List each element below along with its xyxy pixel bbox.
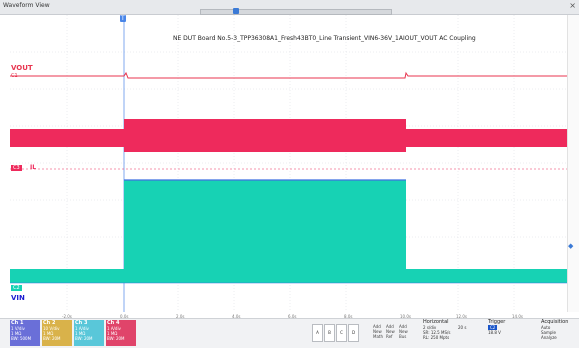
badge-line: BW: 20M (43, 336, 61, 341)
vout-trace (10, 71, 567, 79)
vin-band-left (10, 269, 124, 283)
math-button-c[interactable]: C (336, 324, 347, 342)
plot-title: NE DUT Board No.5-3_TPP36308A1_Fresh43BT… (173, 35, 476, 42)
trigger-line: 18.8 V (488, 330, 501, 335)
il-marker[interactable]: C3 (11, 165, 22, 171)
math-button-a[interactable]: A (312, 324, 323, 342)
waveform-plot[interactable] (10, 15, 567, 312)
il-band-right (406, 129, 567, 147)
vin-marker[interactable]: C2 (11, 285, 22, 291)
vin-label: VIN (11, 294, 25, 302)
horizontal-panel-extra: 20 s (458, 325, 466, 330)
trigger-panel[interactable]: Trigger C2 18.8 V (488, 320, 528, 335)
channel-badge-3[interactable]: Ch 3 1 A/div 1 MΩ BW: 20M (74, 320, 104, 346)
window-title: Waveform View (3, 2, 50, 9)
vin-band-right (406, 269, 567, 283)
trigger-marker[interactable]: T (120, 15, 126, 22)
channel-badge-2[interactable]: Ch 2 10 V/div 1 MΩ BW: 20M (42, 320, 72, 346)
vout-label: VOUT (11, 64, 33, 72)
add-new-ref-button[interactable]: Add New Ref (386, 324, 396, 339)
horizontal-panel[interactable]: Horizontal 2 s/div SR: 12.5 MS/s RL: 250… (423, 320, 483, 341)
close-icon[interactable]: × (569, 1, 576, 11)
il-band-left (10, 129, 124, 147)
add-new-bus-button[interactable]: Add New Bus (399, 324, 409, 339)
math-button-d[interactable]: D (348, 324, 359, 342)
vin-band-mid (124, 180, 406, 283)
il-label: IL (30, 164, 37, 171)
plot-svg (10, 15, 567, 312)
badge-line: BW: 20M (107, 336, 125, 341)
horizontal-line: 20 s (458, 325, 467, 330)
right-arrow-icon[interactable]: ◆ (568, 242, 573, 250)
il-band-mid (124, 119, 406, 152)
scrollbar-thumb[interactable] (233, 8, 239, 14)
badge-line: BW: 500M (11, 336, 32, 341)
acquisition-line: Analyze (541, 335, 557, 340)
add-new-math-button[interactable]: Add New Math (373, 324, 383, 339)
math-button-b[interactable]: B (324, 324, 335, 342)
channel-badge-1[interactable]: Ch 1 1 V/div 1 MΩ BW: 500M (10, 320, 40, 346)
vout-marker[interactable]: C1 (11, 73, 18, 79)
right-scale-strip (567, 15, 579, 312)
channel-badge-4[interactable]: Ch 4 1 A/div 1 MΩ BW: 20M (106, 320, 136, 346)
horizontal-line: RL: 250 Mpts (423, 335, 450, 340)
acquisition-panel[interactable]: Acquisition Auto Sample Analyze (541, 320, 579, 341)
badge-line: BW: 20M (75, 336, 93, 341)
